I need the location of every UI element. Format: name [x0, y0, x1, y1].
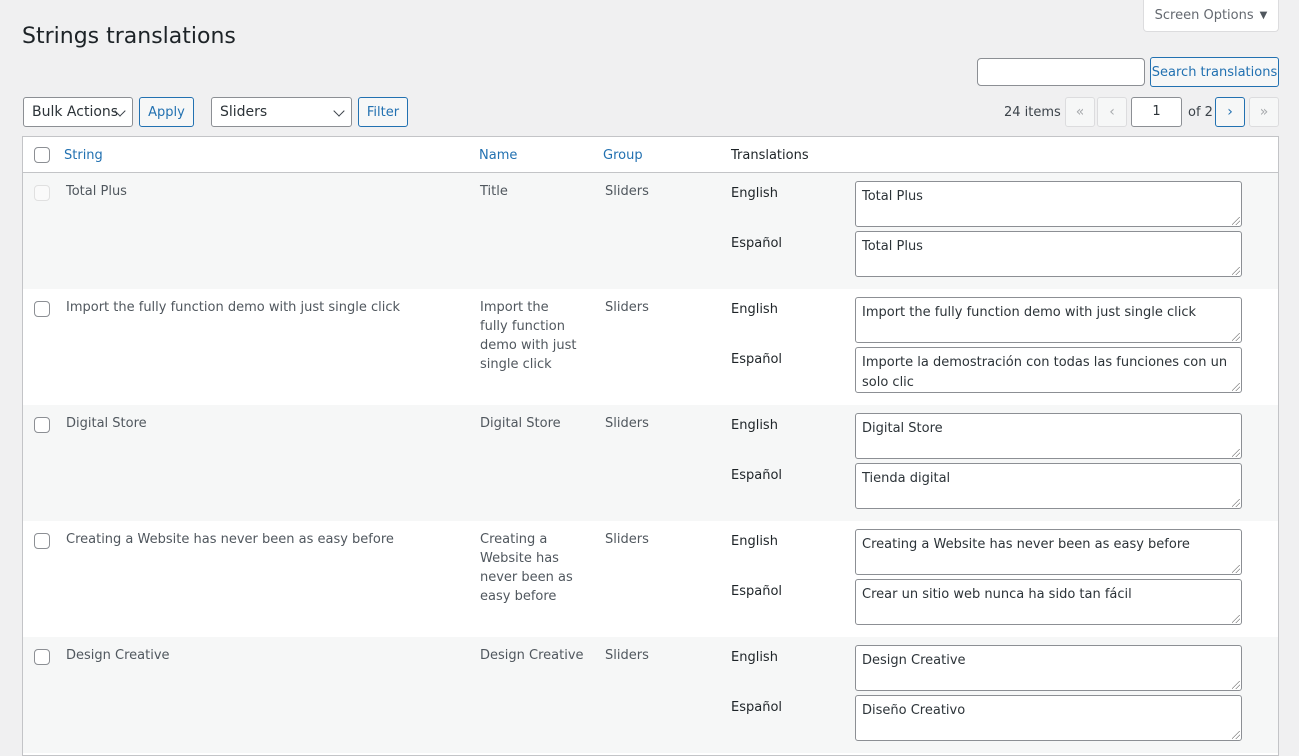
resize-handle-icon[interactable]	[1232, 681, 1240, 689]
resize-handle-icon[interactable]	[1232, 217, 1240, 225]
column-group[interactable]: Group	[603, 148, 643, 163]
string-cell: Design Creative	[66, 648, 170, 663]
group-cell: Sliders	[605, 648, 649, 663]
group-cell: Sliders	[605, 416, 649, 431]
last-page-button[interactable]: »	[1249, 97, 1279, 127]
translation-text: Crear un sitio web nunca ha sido tan fác…	[862, 587, 1132, 602]
language-label: English	[731, 534, 778, 549]
screen-options-button[interactable]: Screen Options ▼	[1143, 0, 1279, 32]
language-label: English	[731, 186, 778, 201]
table-header: String Name Group Translations	[23, 137, 1278, 173]
translation-text: Import the fully function demo with just…	[862, 305, 1197, 320]
name-cell: Creating a Website has never been as eas…	[480, 532, 573, 604]
prev-page-button[interactable]: ‹	[1097, 97, 1127, 127]
translation-text: Total Plus	[862, 239, 923, 254]
language-label: Español	[731, 468, 783, 483]
resize-handle-icon[interactable]	[1232, 615, 1240, 623]
group-cell: Sliders	[605, 532, 649, 547]
language-label: Español	[731, 700, 783, 715]
search-input[interactable]	[977, 58, 1145, 86]
column-string[interactable]: String	[64, 148, 103, 163]
total-pages: of 2	[1188, 105, 1213, 120]
language-label: Español	[731, 584, 783, 599]
resize-handle-icon[interactable]	[1232, 333, 1240, 341]
search-translations-button[interactable]: Search translations	[1150, 57, 1279, 87]
translation-text: Diseño Creativo	[862, 703, 966, 718]
column-translations: Translations	[731, 148, 809, 163]
table-row: Total Plus Title Sliders English Total P…	[23, 173, 1278, 289]
name-cell: Import the fully function demo with just…	[480, 300, 577, 372]
name-cell: Digital Store	[480, 416, 561, 431]
language-label: English	[731, 302, 778, 317]
next-page-button[interactable]: ›	[1215, 97, 1245, 127]
table-row: Creating a Website has never been as eas…	[23, 521, 1278, 637]
resize-handle-icon[interactable]	[1232, 731, 1240, 739]
translation-text: Total Plus	[862, 189, 923, 204]
name-cell: Title	[480, 184, 508, 199]
group-filter-select[interactable]: Sliders	[211, 97, 352, 127]
chevron-down-icon	[333, 105, 345, 117]
strings-table: String Name Group Translations Total Plu…	[22, 136, 1279, 756]
row-checkbox[interactable]	[34, 649, 50, 665]
translation-field[interactable]: Design Creative	[855, 645, 1242, 691]
row-checkbox	[34, 185, 50, 201]
translation-field[interactable]: Digital Store	[855, 413, 1242, 459]
resize-handle-icon[interactable]	[1232, 267, 1240, 275]
string-cell: Import the fully function demo with just…	[66, 300, 401, 315]
string-cell: Digital Store	[66, 416, 147, 431]
bulk-actions-select[interactable]: Bulk Actions	[23, 97, 133, 127]
caret-down-icon: ▼	[1259, 10, 1268, 21]
translation-text: Importe la demostración con todas las fu…	[862, 355, 1228, 390]
items-count: 24 items	[1004, 105, 1061, 120]
screen-options-label: Screen Options	[1154, 8, 1254, 23]
select-all-checkbox[interactable]	[34, 147, 50, 163]
translation-text: Creating a Website has never been as eas…	[862, 537, 1190, 552]
table-row: Import the fully function demo with just…	[23, 289, 1278, 405]
translation-field[interactable]: Total Plus	[855, 231, 1242, 277]
language-label: English	[731, 418, 778, 433]
row-checkbox[interactable]	[34, 417, 50, 433]
resize-handle-icon[interactable]	[1232, 449, 1240, 457]
group-cell: Sliders	[605, 184, 649, 199]
language-label: Español	[731, 352, 783, 367]
first-page-button[interactable]: «	[1065, 97, 1095, 127]
column-name[interactable]: Name	[479, 148, 517, 163]
translation-text: Digital Store	[862, 421, 943, 436]
page-title: Strings translations	[22, 24, 236, 49]
translation-field[interactable]: Total Plus	[855, 181, 1242, 227]
translation-field[interactable]: Importe la demostración con todas las fu…	[855, 347, 1242, 393]
translation-field[interactable]: Crear un sitio web nunca ha sido tan fác…	[855, 579, 1242, 625]
resize-handle-icon[interactable]	[1232, 565, 1240, 573]
language-label: English	[731, 650, 778, 665]
current-page-input[interactable]: 1	[1131, 97, 1182, 127]
group-filter-label: Sliders	[220, 104, 268, 120]
name-cell: Design Creative	[480, 648, 584, 663]
translation-field[interactable]: Tienda digital	[855, 463, 1242, 509]
resize-handle-icon[interactable]	[1232, 499, 1240, 507]
language-label: Español	[731, 236, 783, 251]
resize-handle-icon[interactable]	[1232, 383, 1240, 391]
translation-field[interactable]: Diseño Creativo	[855, 695, 1242, 741]
table-row: Digital Store Digital Store Sliders Engl…	[23, 405, 1278, 521]
row-checkbox[interactable]	[34, 301, 50, 317]
translation-field[interactable]: Import the fully function demo with just…	[855, 297, 1242, 343]
translation-text: Design Creative	[862, 653, 966, 668]
table-row: Design Creative Design Creative Sliders …	[23, 637, 1278, 753]
string-cell: Total Plus	[66, 184, 127, 199]
translation-text: Tienda digital	[862, 471, 951, 486]
translation-field[interactable]: Creating a Website has never been as eas…	[855, 529, 1242, 575]
row-checkbox[interactable]	[34, 533, 50, 549]
string-cell: Creating a Website has never been as eas…	[66, 532, 394, 547]
apply-button[interactable]: Apply	[139, 97, 194, 127]
group-cell: Sliders	[605, 300, 649, 315]
bulk-actions-label: Bulk Actions	[32, 104, 119, 120]
filter-button[interactable]: Filter	[358, 97, 408, 127]
